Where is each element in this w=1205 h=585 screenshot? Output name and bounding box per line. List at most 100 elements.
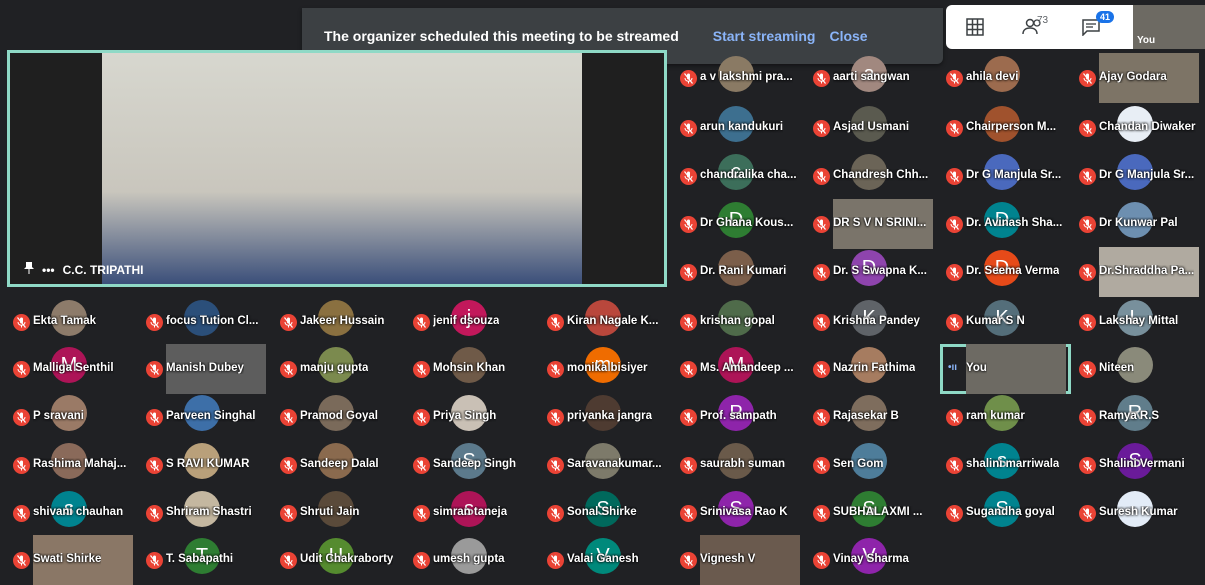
participant-tile[interactable]: Dr. Rani Kumari bbox=[674, 247, 805, 297]
participant-tile[interactable]: D Dr. Seema Verma bbox=[940, 247, 1071, 297]
participant-tile[interactable]: Ekta Tamak bbox=[7, 297, 138, 347]
more-options-icon[interactable]: ••• bbox=[42, 263, 55, 277]
start-streaming-button[interactable]: Start streaming bbox=[713, 28, 816, 44]
participant-tile[interactable]: Kiran Nagale K... bbox=[541, 297, 672, 347]
participant-tile[interactable]: S RAVI KUMAR bbox=[140, 440, 271, 490]
self-preview-thumbnail[interactable]: You bbox=[1133, 5, 1205, 49]
participant-tile[interactable]: Swati Shirke bbox=[7, 535, 138, 585]
participant-tile[interactable]: S SUBHALAXMI ... bbox=[807, 488, 938, 538]
participant-tile[interactable]: Shriram Shastri bbox=[140, 488, 271, 538]
participant-tile[interactable]: Ajay Godara bbox=[1073, 53, 1204, 103]
participant-tile[interactable]: •ıı You bbox=[940, 344, 1071, 394]
participant-tile[interactable]: Saravanakumar... bbox=[541, 440, 672, 490]
participant-tile[interactable]: umesh gupta bbox=[407, 535, 538, 585]
participant-tile[interactable]: V Valai Ganesh bbox=[541, 535, 672, 585]
people-button[interactable]: 73 bbox=[1004, 5, 1062, 49]
pin-icon[interactable] bbox=[24, 262, 34, 277]
participant-name: Krishna Pandey bbox=[833, 315, 920, 327]
muted-mic-icon bbox=[13, 457, 30, 474]
muted-mic-icon bbox=[680, 361, 697, 378]
participant-tile[interactable]: S Shalini Vermani bbox=[1073, 440, 1204, 490]
participant-tile[interactable]: Chandresh Chh... bbox=[807, 151, 938, 201]
muted-mic-icon bbox=[547, 552, 564, 569]
participant-tile[interactable]: DR S V N SRINI... bbox=[807, 199, 938, 249]
participant-tile[interactable]: Dr G Manjula Sr... bbox=[1073, 151, 1204, 201]
participant-tile[interactable]: Vignesh V bbox=[674, 535, 805, 585]
participant-name: Jakeer Hussain bbox=[300, 315, 385, 327]
participant-tile[interactable]: K Krishna Pandey bbox=[807, 297, 938, 347]
participant-tile[interactable]: Nazrin Fathima bbox=[807, 344, 938, 394]
participant-tile[interactable]: L Lakshay Mittal bbox=[1073, 297, 1204, 347]
participant-name: umesh gupta bbox=[433, 553, 505, 565]
muted-mic-icon bbox=[813, 361, 830, 378]
participant-name: SUBHALAXMI ... bbox=[833, 506, 923, 518]
participant-name: a v lakshmi pra... bbox=[700, 71, 793, 83]
muted-mic-icon bbox=[680, 409, 697, 426]
participant-name: T. Sabapathi bbox=[166, 553, 234, 565]
participant-name: You bbox=[966, 362, 987, 374]
participant-tile[interactable]: D Dr. Avinash Sha... bbox=[940, 199, 1071, 249]
participant-tile[interactable]: P Prof. sampath bbox=[674, 392, 805, 442]
muted-mic-icon bbox=[680, 70, 697, 87]
participant-tile[interactable]: Mohsin Khan bbox=[407, 344, 538, 394]
participant-tile[interactable]: Dr Kunwar Pal bbox=[1073, 199, 1204, 249]
participant-name: Dr Kunwar Pal bbox=[1099, 217, 1178, 229]
participant-tile[interactable]: S Srinivasa Rao K bbox=[674, 488, 805, 538]
participant-tile[interactable]: P sravani bbox=[7, 392, 138, 442]
muted-mic-icon bbox=[413, 409, 430, 426]
participant-name: Dr. Avinash Sha... bbox=[966, 217, 1063, 229]
participant-tile[interactable]: Shruti Jain bbox=[274, 488, 405, 538]
participant-tile[interactable]: M Malliga Senthil bbox=[7, 344, 138, 394]
participant-tile[interactable]: focus Tution Cl... bbox=[140, 297, 271, 347]
participant-tile[interactable]: D Dr. S Swapna K... bbox=[807, 247, 938, 297]
participant-tile[interactable]: D Dr Ghana Kous... bbox=[674, 199, 805, 249]
participant-tile[interactable]: M Ms. Amandeep ... bbox=[674, 344, 805, 394]
participant-tile[interactable]: S Sonal Shirke bbox=[541, 488, 672, 538]
participant-tile[interactable]: V Vinay Sharma bbox=[807, 535, 938, 585]
participant-tile[interactable]: Sen Gom bbox=[807, 440, 938, 490]
participant-tile[interactable]: c chandralika cha... bbox=[674, 151, 805, 201]
participant-tile[interactable]: Jakeer Hussain bbox=[274, 297, 405, 347]
participant-tile[interactable]: Chairperson M... bbox=[940, 103, 1071, 153]
participant-tile[interactable]: T T. Sabapathi bbox=[140, 535, 271, 585]
participant-tile[interactable]: Asjad Usmani bbox=[807, 103, 938, 153]
participant-tile[interactable]: priyanka jangra bbox=[541, 392, 672, 442]
participant-name: Lakshay Mittal bbox=[1099, 315, 1179, 327]
participant-tile[interactable]: U Udit Chakraborty bbox=[274, 535, 405, 585]
participant-tile[interactable]: s shalini marriwala bbox=[940, 440, 1071, 490]
participant-tile[interactable]: Rajasekar B bbox=[807, 392, 938, 442]
close-banner-button[interactable]: Close bbox=[829, 28, 867, 44]
participant-tile[interactable]: Pramod Goyal bbox=[274, 392, 405, 442]
participant-tile[interactable]: Chandan Diwaker bbox=[1073, 103, 1204, 153]
participant-tile[interactable]: saurabh suman bbox=[674, 440, 805, 490]
participant-tile[interactable]: s shivani chauhan bbox=[7, 488, 138, 538]
layout-button[interactable] bbox=[946, 5, 1004, 49]
participant-tile[interactable]: Dr.Shraddha Pa... bbox=[1073, 247, 1204, 297]
main-speaker-tile[interactable]: ••• C.C. TRIPATHI bbox=[7, 50, 667, 287]
participant-tile[interactable]: Dr G Manjula Sr... bbox=[940, 151, 1071, 201]
participant-tile[interactable]: S Sugandha goyal bbox=[940, 488, 1071, 538]
muted-mic-icon bbox=[146, 457, 163, 474]
participant-tile[interactable]: Priya Singh bbox=[407, 392, 538, 442]
participant-tile[interactable]: s simran taneja bbox=[407, 488, 538, 538]
participant-tile[interactable]: j jenif dsouza bbox=[407, 297, 538, 347]
participant-tile[interactable]: krishan gopal bbox=[674, 297, 805, 347]
participant-tile[interactable]: ahila devi bbox=[940, 53, 1071, 103]
participant-tile[interactable]: Sandeep Dalal bbox=[274, 440, 405, 490]
participant-tile[interactable]: manju gupta bbox=[274, 344, 405, 394]
participant-tile[interactable]: K Kumar S N bbox=[940, 297, 1071, 347]
participant-tile[interactable]: Manish Dubey bbox=[140, 344, 271, 394]
participant-tile[interactable]: m monika bisiyer bbox=[541, 344, 672, 394]
participant-tile[interactable]: Parveen Singhal bbox=[140, 392, 271, 442]
participant-tile[interactable]: ram kumar bbox=[940, 392, 1071, 442]
participant-tile[interactable]: Suresh Kumar bbox=[1073, 488, 1204, 538]
participant-tile[interactable]: a v lakshmi pra... bbox=[674, 53, 805, 103]
participant-tile[interactable]: arun kandukuri bbox=[674, 103, 805, 153]
participant-tile[interactable]: S Sandeep Singh bbox=[407, 440, 538, 490]
participant-tile[interactable]: Niteen bbox=[1073, 344, 1204, 394]
muted-mic-icon bbox=[547, 409, 564, 426]
participant-tile[interactable]: R Ramya R.S bbox=[1073, 392, 1204, 442]
chat-button[interactable]: 41 bbox=[1062, 5, 1120, 49]
participant-tile[interactable]: a aarti sangwan bbox=[807, 53, 938, 103]
participant-tile[interactable]: Rashima Mahaj... bbox=[7, 440, 138, 490]
